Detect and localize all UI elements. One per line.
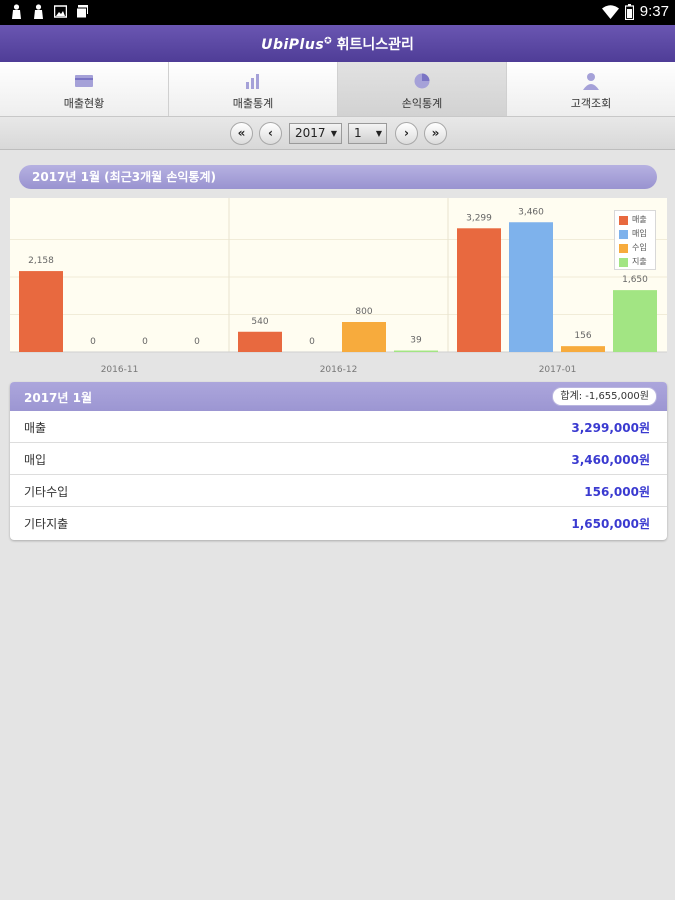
row-value: 3,299,000원 (571, 421, 650, 435)
chart-data-label: 1,650 (622, 275, 648, 285)
chart-bar (613, 290, 657, 352)
next-period-button[interactable]: › (395, 122, 418, 145)
chart-data-label: 2,158 (28, 256, 54, 266)
chart-data-label: 3,299 (466, 213, 492, 223)
legend-swatch (619, 244, 628, 253)
app-header: UbiPlus✪ 휘트니스관리 (0, 25, 675, 62)
photo-icon (76, 5, 88, 19)
battery-icon (624, 3, 634, 20)
summary-row-other-expense: 기타지출 1,650,000원 (10, 507, 667, 539)
tab-label: 손익통계 (401, 97, 443, 110)
chart-bar (394, 350, 438, 352)
legend-label: 지출 (632, 257, 647, 266)
chart-category-label: 2016-11 (101, 365, 139, 375)
bar-chart-icon (246, 74, 259, 89)
summary-title: 2017년 1월 (24, 391, 93, 405)
tab-label: 매출현황 (63, 97, 105, 110)
last-period-button[interactable]: » (424, 122, 447, 145)
chart-data-label: 0 (90, 337, 96, 347)
chart-legend: 매출매입수입지출 (614, 210, 656, 270)
tab-label: 고객조회 (570, 97, 612, 110)
app-name: 휘트니스관리 (336, 37, 414, 53)
row-label: 기타지출 (24, 517, 69, 531)
legend-label: 매출 (632, 215, 647, 224)
pie-chart-icon (414, 73, 430, 89)
tab-bar: 매출현황 매출통계 손익통계 고객조회 (0, 62, 675, 117)
legend-swatch (619, 230, 628, 239)
wifi-icon (601, 4, 619, 19)
dropdown-arrow-icon: ▼ (330, 129, 337, 138)
dropdown-arrow-icon: ▼ (375, 129, 382, 138)
tab-label: 매출통계 (232, 97, 274, 110)
month-value: 1 (354, 126, 362, 140)
summary-row-other-income: 기타수입 156,000원 (10, 475, 667, 507)
chart-category-label: 2017-01 (539, 365, 577, 375)
legend-swatch (619, 258, 628, 267)
image-icon (54, 5, 67, 18)
clock: 9:37 (639, 3, 669, 20)
chart-bar (561, 346, 605, 352)
tab-sales-stats[interactable]: 매출통계 (169, 62, 338, 116)
app-title: UbiPlus✪ 휘트니스관리 (0, 34, 675, 54)
chart-plot-area (10, 198, 667, 352)
chart-data-label: 540 (251, 317, 268, 327)
row-label: 매출 (24, 421, 47, 435)
chart-data-label: 0 (309, 337, 315, 347)
chart-data-label: 0 (194, 337, 200, 347)
tab-profit-stats[interactable]: 손익통계 (338, 62, 507, 116)
chart-data-label: 156 (574, 331, 591, 341)
month-select[interactable]: 1 ▼ (348, 123, 387, 144)
chart-category-label: 2016-12 (320, 365, 358, 375)
chart-data-label: 3,460 (518, 207, 544, 217)
legend-label: 매입 (632, 229, 647, 238)
chart-data-label: 39 (410, 336, 422, 346)
chevron-left-icon: ‹ (268, 126, 273, 140)
status-bar: 9:37 (0, 0, 675, 25)
notification-icon (12, 4, 21, 19)
brand-logo: UbiPlus (261, 37, 325, 53)
year-value: 2017 (295, 126, 326, 140)
notification-icon (34, 4, 43, 19)
section-title: 2017년 1월 (최근3개월 손익통계) (19, 165, 657, 189)
double-chevron-right-icon: » (431, 126, 440, 140)
row-label: 기타수입 (24, 485, 69, 499)
brand-mark-icon: ✪ (324, 36, 332, 47)
row-value: 3,460,000원 (571, 453, 650, 467)
summary-card: 2017년 1월 합계: -1,655,000원 매출 3,299,000원 매… (10, 382, 667, 540)
legend-label: 수입 (632, 243, 647, 252)
chart-bar (509, 222, 553, 352)
period-navigation: « ‹ 2017 ▼ 1 ▼ › » (0, 117, 675, 150)
row-label: 매입 (24, 453, 47, 467)
summary-row-purchase: 매입 3,460,000원 (10, 443, 667, 475)
card-icon (75, 75, 93, 87)
row-value: 156,000원 (584, 485, 650, 499)
chart-bar (238, 331, 282, 352)
double-chevron-left-icon: « (237, 126, 246, 140)
chart-bar (342, 322, 386, 352)
profit-chart: 2,158 0 0 0 2016-11 540 0 800 39 2016-12 3,299 3,46… (10, 198, 667, 378)
chart-bar (19, 271, 63, 352)
previous-period-button[interactable]: ‹ (259, 122, 282, 145)
person-icon (583, 73, 599, 90)
first-period-button[interactable]: « (230, 122, 253, 145)
tab-sales-status[interactable]: 매출현황 (0, 62, 169, 116)
summary-header: 2017년 1월 합계: -1,655,000원 (10, 382, 667, 411)
tab-customer-lookup[interactable]: 고객조회 (507, 62, 675, 116)
chevron-right-icon: › (404, 126, 409, 140)
year-select[interactable]: 2017 ▼ (289, 123, 342, 144)
chart-data-label: 0 (142, 337, 148, 347)
legend-swatch (619, 216, 628, 225)
profit-chart-svg: 2,158 0 0 0 2016-11 540 0 800 39 2016-12 3,299 3,46… (10, 198, 667, 375)
total-badge: 합계: -1,655,000원 (552, 387, 657, 406)
chart-bar (457, 228, 501, 352)
summary-row-sales: 매출 3,299,000원 (10, 411, 667, 443)
row-value: 1,650,000원 (571, 517, 650, 531)
chart-data-label: 800 (355, 307, 372, 317)
